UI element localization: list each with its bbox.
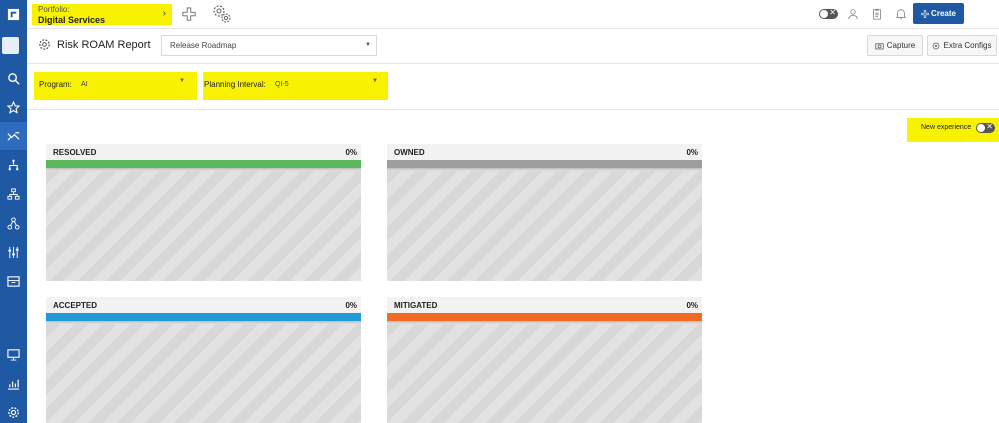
- extra-configs-button-label: Extra Configs: [943, 41, 992, 50]
- close-icon: ✕: [986, 122, 993, 131]
- plus-icon: [921, 9, 930, 18]
- program-select-value: AI: [81, 81, 88, 88]
- panel-color-bar: [387, 313, 702, 321]
- panel-header: MITIGATED 0%: [387, 297, 702, 313]
- create-button[interactable]: Create: [913, 3, 964, 24]
- theme-toggle[interactable]: ✕: [819, 8, 838, 19]
- panel-color-bar: [46, 313, 361, 321]
- search-icon[interactable]: [0, 64, 27, 92]
- org-chart-icon[interactable]: [0, 180, 27, 208]
- panel-percent: 0%: [686, 148, 698, 157]
- planning-interval-select[interactable]: QI-5: [267, 75, 385, 95]
- archive-icon[interactable]: [0, 267, 27, 295]
- capture-button-label: Capture: [886, 41, 916, 50]
- program-filter: Program: AI ▼: [34, 72, 197, 100]
- report-header: Risk ROAM Report Release Roadmap ▼ Captu…: [27, 29, 999, 64]
- panel-header: ACCEPTED 0%: [46, 297, 361, 313]
- panel-body: [387, 171, 702, 281]
- extra-configs-button[interactable]: Extra Configs: [927, 35, 997, 56]
- panel-body: [46, 324, 361, 423]
- left-nav-rail: [0, 0, 27, 423]
- capture-button[interactable]: Capture: [867, 35, 923, 56]
- report-gear-icon: [38, 38, 51, 56]
- user-icon[interactable]: [845, 6, 861, 22]
- presentation-icon[interactable]: [0, 340, 27, 368]
- bell-icon[interactable]: [893, 6, 909, 22]
- close-icon: ✕: [829, 8, 836, 17]
- clipboard-icon[interactable]: [869, 6, 885, 22]
- panel-percent: 0%: [686, 301, 698, 310]
- panel-percent: 0%: [345, 148, 357, 157]
- network-icon[interactable]: [0, 209, 27, 237]
- program-select[interactable]: AI: [74, 75, 190, 95]
- panel-color-bar: [387, 160, 702, 168]
- panel-header: OWNED 0%: [387, 144, 702, 160]
- settings-icon[interactable]: [0, 398, 27, 423]
- hierarchy-icon[interactable]: [0, 151, 27, 179]
- roam-panel-accepted: ACCEPTED 0%: [46, 297, 361, 423]
- workspace-tile[interactable]: [2, 37, 19, 54]
- config-icon: [933, 42, 940, 49]
- new-experience-toggle-area: New experience ✕: [907, 118, 999, 142]
- program-label: Program:: [39, 80, 72, 89]
- roadmap-dropdown[interactable]: Release Roadmap ▼: [161, 35, 377, 56]
- app-root: Portfolio: Digital Services › ✕ Create R…: [0, 0, 999, 423]
- panel-color-bar: [46, 160, 361, 168]
- toggle-knob: [820, 10, 828, 18]
- panel-title: RESOLVED: [53, 148, 97, 157]
- toggle-knob: [977, 124, 985, 132]
- section-divider: [27, 109, 999, 110]
- roam-panel-resolved: RESOLVED 0%: [46, 144, 361, 281]
- settings-gear-icon[interactable]: [211, 3, 233, 25]
- logo-icon[interactable]: [0, 0, 27, 28]
- chevron-right-icon: ›: [162, 8, 166, 19]
- dropdown-arrow-icon: ▼: [365, 42, 371, 48]
- camera-icon: [875, 42, 884, 49]
- planning-interval-filter: Planning Interval: QI-5 ▼: [203, 72, 388, 100]
- panel-title: ACCEPTED: [53, 301, 98, 310]
- create-button-label: Create: [931, 9, 956, 18]
- chart-icon[interactable]: [0, 369, 27, 397]
- new-experience-label: New experience: [921, 124, 972, 131]
- planning-interval-select-value: QI-5: [275, 81, 289, 88]
- portfolio-selector[interactable]: Portfolio: Digital Services ›: [32, 4, 172, 25]
- panel-body: [387, 324, 702, 423]
- portfolio-label: Portfolio:: [38, 5, 70, 14]
- roam-panel-mitigated: MITIGATED 0%: [387, 297, 702, 423]
- roam-panel-owned: OWNED 0%: [387, 144, 702, 281]
- dropdown-arrow-icon: ▼: [179, 78, 185, 84]
- top-bar: Portfolio: Digital Services › ✕ Create: [27, 0, 999, 29]
- panel-percent: 0%: [345, 301, 357, 310]
- new-experience-toggle[interactable]: ✕: [976, 122, 995, 133]
- roadmap-dropdown-value: Release Roadmap: [170, 41, 237, 50]
- panel-title: OWNED: [394, 148, 425, 157]
- roadmap-icon[interactable]: [0, 122, 27, 150]
- portfolio-value: Digital Services: [38, 15, 106, 25]
- star-icon[interactable]: [0, 93, 27, 121]
- page-title: Risk ROAM Report: [57, 39, 151, 51]
- add-icon[interactable]: [181, 6, 197, 22]
- panel-body: [46, 171, 361, 281]
- planning-interval-label: Planning Interval:: [204, 80, 266, 89]
- panel-title: MITIGATED: [394, 301, 438, 310]
- dropdown-arrow-icon: ▼: [372, 78, 378, 84]
- sliders-icon[interactable]: [0, 238, 27, 266]
- panel-header: RESOLVED 0%: [46, 144, 361, 160]
